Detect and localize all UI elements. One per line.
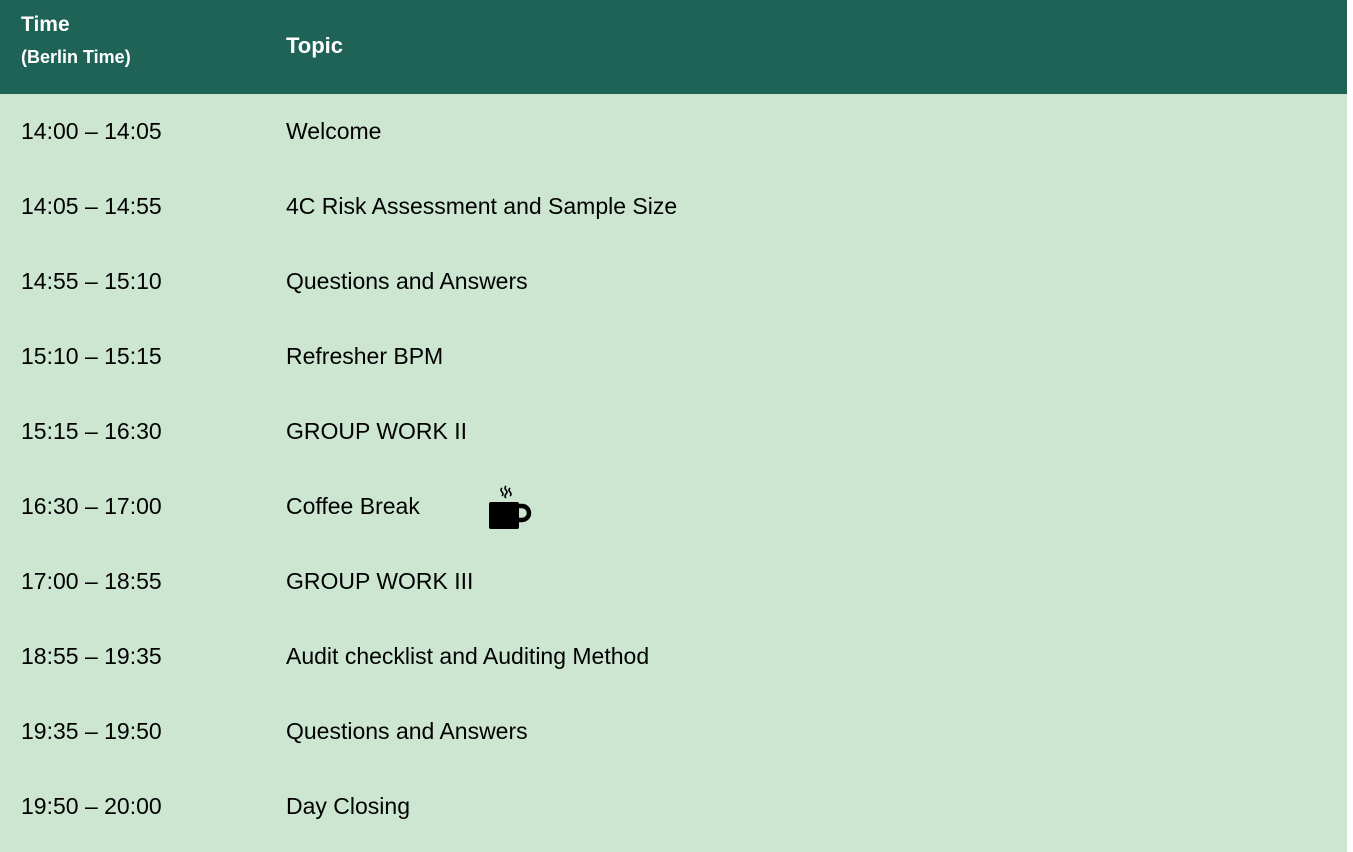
- row-topic: Coffee Break: [286, 493, 420, 519]
- table-row: 17:00 – 18:55 GROUP WORK III: [0, 544, 1347, 619]
- topic-header-label: Topic: [286, 33, 344, 58]
- row-time: 17:00 – 18:55: [21, 568, 162, 594]
- time-column-header: Time (Berlin Time): [21, 13, 131, 68]
- row-topic: GROUP WORK III: [286, 568, 474, 594]
- row-topic: Questions and Answers: [286, 718, 528, 744]
- table-row: 14:05 – 14:55 4C Risk Assessment and Sam…: [0, 169, 1347, 244]
- table-body: 14:00 – 14:05 Welcome 14:05 – 14:55 4C R…: [0, 94, 1347, 852]
- table-row: 19:35 – 19:50 Questions and Answers: [0, 694, 1347, 769]
- row-topic: Audit checklist and Auditing Method: [286, 643, 650, 669]
- row-time: 14:00 – 14:05: [21, 118, 162, 144]
- row-topic: GROUP WORK II: [286, 418, 468, 444]
- row-time: 19:50 – 20:00: [21, 793, 162, 819]
- row-topic: Refresher BPM: [286, 343, 444, 369]
- row-topic: 4C Risk Assessment and Sample Size: [286, 193, 678, 219]
- time-header-sublabel: (Berlin Time): [21, 47, 131, 67]
- row-time: 14:05 – 14:55: [21, 193, 162, 219]
- table-row: 18:55 – 19:35 Audit checklist and Auditi…: [0, 619, 1347, 694]
- table-row: 14:00 – 14:05 Welcome: [0, 94, 1347, 169]
- coffee-cup-icon: [489, 485, 532, 529]
- row-time: 15:15 – 16:30: [21, 418, 162, 444]
- row-time: 14:55 – 15:10: [21, 268, 162, 294]
- table-header: Time (Berlin Time) Topic: [0, 0, 1347, 94]
- row-topic: Day Closing: [286, 793, 410, 819]
- table-row: 16:30 – 17:00 Coffee Break: [0, 469, 1347, 544]
- table-row: 15:15 – 16:30 GROUP WORK II: [0, 394, 1347, 469]
- row-topic: Questions and Answers: [286, 268, 528, 294]
- table-row: 19:50 – 20:00 Day Closing: [0, 769, 1347, 844]
- time-header-label: Time: [21, 13, 70, 36]
- agenda-table: Time (Berlin Time) Topic 14:00 – 14:05 W…: [0, 0, 1347, 852]
- row-time: 15:10 – 15:15: [21, 343, 162, 369]
- row-topic: Welcome: [286, 118, 382, 144]
- row-time: 18:55 – 19:35: [21, 643, 162, 669]
- table-row: 15:10 – 15:15 Refresher BPM: [0, 319, 1347, 394]
- row-time: 19:35 – 19:50: [21, 718, 162, 744]
- row-time: 16:30 – 17:00: [21, 493, 162, 519]
- table-row: 14:55 – 15:10 Questions and Answers: [0, 244, 1347, 319]
